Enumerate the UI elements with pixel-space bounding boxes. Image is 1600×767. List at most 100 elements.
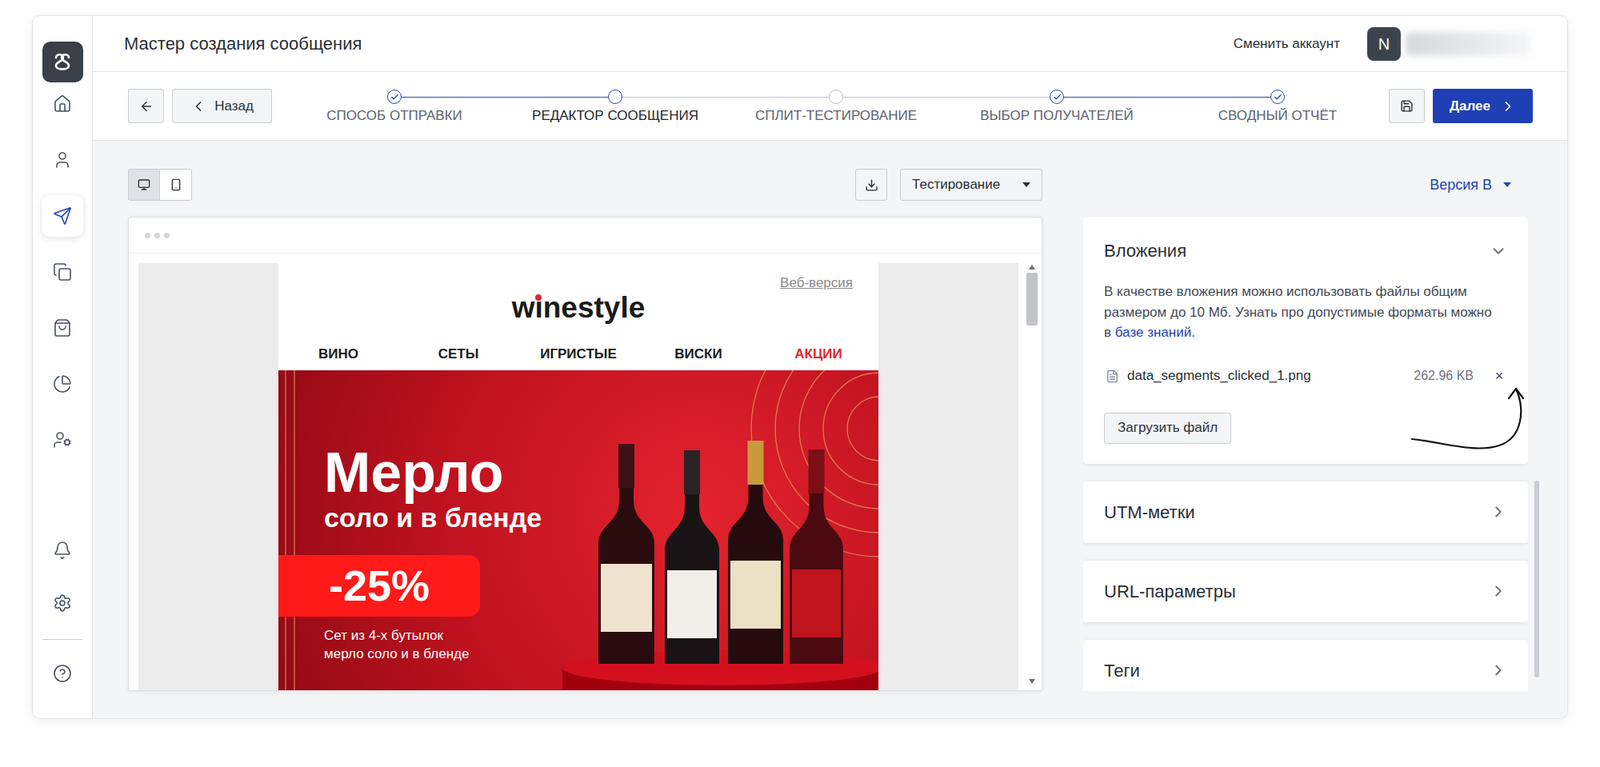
- preview-toolbar: Тестирование: [128, 168, 1043, 201]
- promo-banner[interactable]: Мерлосоло и в бленде-25%Сет из 4-х бутыл…: [278, 370, 879, 691]
- step-circle: [1270, 89, 1285, 104]
- view-button[interactable]: [128, 168, 160, 201]
- sidebar-item[interactable]: [41, 363, 84, 405]
- remove-file-button[interactable]: ×: [1491, 365, 1508, 388]
- save-button[interactable]: [1388, 88, 1425, 124]
- mobile-icon: [169, 178, 183, 192]
- app-window: Мастер создания сообщения Сменить аккаунт…: [32, 15, 1568, 720]
- chevron-down-icon: [1489, 242, 1508, 260]
- sidebar-item[interactable]: [41, 529, 84, 572]
- check-icon: [1052, 92, 1062, 102]
- banner-title: Мерло: [278, 444, 879, 502]
- logo[interactable]: [42, 41, 84, 83]
- sidebar-item[interactable]: [41, 139, 84, 181]
- email-nav-item[interactable]: СЕТЫ: [398, 344, 519, 365]
- sidebar-item[interactable]: [41, 251, 84, 293]
- attachments-header[interactable]: Вложения: [1104, 237, 1508, 264]
- upload-button[interactable]: Загрузить файл: [1104, 412, 1232, 444]
- step-circle: [387, 89, 402, 104]
- file-name: data_segments_clicked_1.png: [1127, 365, 1414, 387]
- sidebar-item[interactable]: [41, 83, 84, 125]
- sidebar-item[interactable]: [41, 652, 84, 695]
- panels-scrollbar[interactable]: [1534, 480, 1540, 678]
- step[interactable]: СВОДНЫЙ ОТЧЁТ: [1167, 72, 1388, 140]
- user-settings-icon: [52, 430, 72, 450]
- content: Тестирование Веб-версияwınestyle ВИНОСЕТЫИ…: [92, 140, 1568, 719]
- scroll-thumb[interactable]: [1026, 272, 1038, 326]
- step-label: СПЛИТ-ТЕСТИРОВАНИЕ: [755, 107, 917, 125]
- settings-panels: Вложения В качестве вложения можно исполь…: [1083, 216, 1528, 692]
- user-icon: [52, 150, 72, 170]
- bell-icon: [52, 540, 72, 560]
- scroll-down-icon: [1028, 679, 1036, 684]
- view-toggle: [128, 168, 192, 201]
- brand-logo[interactable]: wınestyle: [278, 292, 879, 323]
- copy-icon: [52, 262, 72, 282]
- preview-scrollbar[interactable]: [1025, 263, 1039, 691]
- view-button[interactable]: [160, 168, 192, 201]
- next-button[interactable]: Далее: [1432, 88, 1533, 124]
- send-icon: [52, 206, 72, 226]
- logo-icon: [50, 50, 75, 75]
- save-icon: [1400, 99, 1414, 113]
- email-nav-item[interactable]: АКЦИИ: [758, 344, 879, 365]
- step[interactable]: РЕДАКТОР СООБЩЕНИЯ: [504, 72, 726, 140]
- step-label: РЕДАКТОР СООБЩЕНИЯ: [532, 107, 699, 125]
- sidebar-item[interactable]: [41, 582, 84, 624]
- back-arrow-button[interactable]: [128, 88, 164, 124]
- back-button[interactable]: Назад: [172, 88, 272, 124]
- email-nav: ВИНОСЕТЫИГРИСТЫЕВИСКИАКЦИИ: [278, 338, 879, 371]
- home-icon: [52, 94, 72, 114]
- scroll-up-icon: [1028, 264, 1036, 270]
- step-circle: [1049, 89, 1064, 104]
- step-circle: [828, 89, 844, 104]
- download-icon: [864, 178, 879, 192]
- settings-section[interactable]: URL-параметры: [1083, 560, 1528, 623]
- sidebar-item[interactable]: [41, 419, 84, 461]
- page-title: Мастер создания сообщения: [124, 30, 362, 57]
- pie-chart-icon: [52, 374, 72, 394]
- email-nav-item[interactable]: ИГРИСТЫЕ: [518, 344, 639, 365]
- chevron-right-icon: [1500, 98, 1516, 115]
- step-circle: [608, 89, 623, 104]
- caret-icon: [1503, 182, 1512, 188]
- caret-icon: [1022, 182, 1031, 188]
- help-icon: [52, 664, 72, 684]
- mode-dropdown[interactable]: Тестирование: [900, 168, 1043, 201]
- sidebar-item[interactable]: [41, 307, 84, 349]
- check-icon: [1273, 92, 1283, 102]
- step[interactable]: СПОСОБ ОТПРАВКИ: [284, 72, 505, 140]
- sidebar-divider: [42, 639, 83, 640]
- attachment-file: data_segments_clicked_1.png262.96 KB ×: [1104, 365, 1508, 388]
- check-icon: [390, 92, 400, 102]
- settings-section[interactable]: UTM-метки: [1083, 481, 1528, 544]
- attachments-card: Вложения В качестве вложения можно исполь…: [1083, 216, 1528, 464]
- gear-icon: [52, 593, 72, 613]
- web-version-link[interactable]: Веб-версия: [780, 274, 853, 292]
- step[interactable]: ВЫБОР ПОЛУЧАТЕЛЕЙ: [946, 72, 1168, 140]
- email: Веб-версияwınestyle ВИНОСЕТЫИГРИСТЫЕВИСКИ…: [278, 263, 879, 691]
- settings-section[interactable]: Теги: [1083, 640, 1528, 692]
- preview-frame: Веб-версияwınestyle ВИНОСЕТЫИГРИСТЫЕВИСКИ…: [128, 216, 1043, 692]
- switch-account-button[interactable]: Сменить аккаунт: [1233, 33, 1340, 55]
- step[interactable]: СПЛИТ-ТЕСТИРОВАНИЕ: [725, 72, 947, 140]
- desktop-icon: [137, 178, 151, 192]
- avatar[interactable]: N: [1367, 27, 1401, 61]
- email-viewport: Веб-версияwınestyle ВИНОСЕТЫИГРИСТЫЕВИСКИ…: [138, 263, 1019, 691]
- email-nav-item[interactable]: ВИНО: [278, 344, 399, 365]
- arrow-left-icon: [139, 99, 154, 114]
- settings-column: Версия B Вложения В качестве вложения можн…: [1083, 168, 1540, 719]
- chevron-right-icon: [1489, 503, 1508, 521]
- step-label: ВЫБОР ПОЛУЧАТЕЛЕЙ: [980, 107, 1134, 125]
- version-dropdown[interactable]: Версия B: [1429, 174, 1512, 196]
- chevron-left-icon: [190, 98, 207, 115]
- file-size: 262.96 KB: [1413, 366, 1474, 386]
- sidebar-item[interactable]: [41, 195, 84, 237]
- discount-badge: -25%: [278, 555, 480, 617]
- knowledge-base-link[interactable]: базе знаний: [1115, 324, 1192, 340]
- download-button[interactable]: [855, 168, 888, 201]
- page: Мастер создания сообщения Сменить аккаунт…: [0, 0, 1600, 767]
- main: Мастер создания сообщения Сменить аккаунт…: [92, 16, 1568, 719]
- email-nav-item[interactable]: ВИСКИ: [638, 344, 759, 365]
- attachments-description: В качестве вложения можно использовать ф…: [1104, 281, 1508, 344]
